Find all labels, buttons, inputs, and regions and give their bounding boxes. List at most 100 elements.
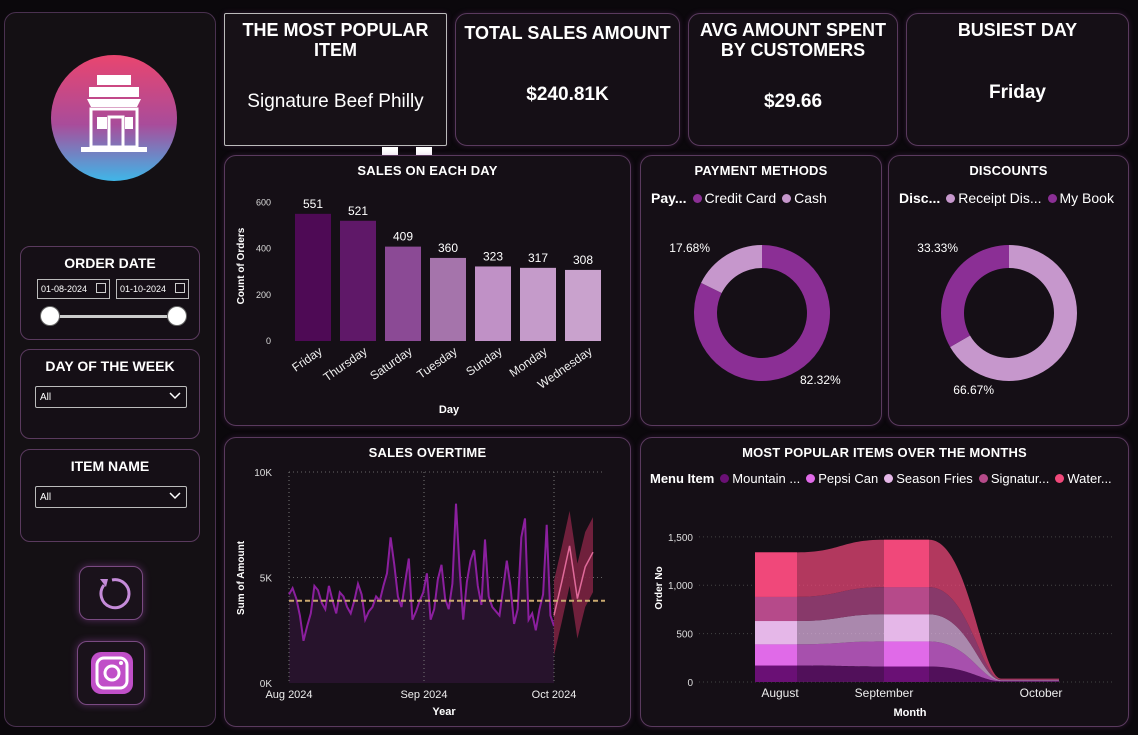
x-tick-label: Friday — [289, 344, 324, 375]
data-label: 409 — [393, 230, 413, 244]
bar — [475, 266, 511, 341]
item-name-title: ITEM NAME — [70, 458, 150, 474]
y-tick-label: 0 — [266, 336, 271, 346]
bar — [430, 257, 466, 341]
donut-slice — [701, 245, 762, 294]
data-label: 551 — [303, 197, 323, 211]
payment-methods-card: PAYMENT METHODS Pay... Credit Card Cash 82… — [640, 155, 882, 426]
busiest-day-value: Friday — [988, 82, 1047, 103]
y-axis-label: Order No — [654, 566, 665, 609]
x-tick-label: September — [855, 686, 914, 700]
y-axis-label: Count of Orders — [236, 227, 247, 304]
order-date-slicer: ORDER DATE 01-08-2024 01-10-2024 — [20, 246, 200, 340]
donut-slice — [941, 245, 1009, 347]
date-slider-track[interactable] — [49, 315, 177, 318]
day-of-week-dropdown[interactable]: All — [35, 386, 187, 408]
end-date-input[interactable]: 01-10-2024 — [116, 279, 189, 299]
bar — [565, 269, 601, 341]
y-tick-label: 0 — [687, 678, 693, 689]
sales-each-day-chart: 0 200 400 600 551 Friday 521 Thursday 409 Saturda… — [236, 197, 601, 416]
most-popular-item-card: THE MOST POPULAR ITEM Signature Beef Phi… — [224, 13, 447, 146]
ribbon-block — [755, 621, 797, 645]
instagram-icon — [91, 652, 133, 694]
total-sales-card: TOTAL SALES AMOUNT $240.81K — [455, 13, 680, 146]
x-axis-label: Year — [432, 706, 456, 718]
total-sales-title: TOTAL SALES AMOUNT — [464, 23, 671, 43]
bar — [385, 246, 421, 341]
x-tick-label: Oct 2024 — [532, 689, 577, 701]
instagram-button[interactable] — [77, 641, 145, 705]
y-tick-label: 400 — [256, 244, 271, 254]
x-tick-label: Tuesday — [414, 344, 459, 382]
ribbon-block — [884, 666, 929, 682]
day-of-week-slicer: DAY OF THE WEEK All — [20, 349, 200, 439]
sales-overtime-chart: 0K5K10KAug 2024 Sep 2024 Oct 2024YearSum o… — [236, 468, 605, 718]
focus-mode-icon[interactable] — [382, 147, 432, 155]
x-tick-label: Sep 2024 — [400, 689, 447, 701]
popular-items-months-card: MOST POPULAR ITEMS OVER THE MONTHS Menu … — [640, 437, 1129, 727]
refresh-icon — [99, 578, 131, 610]
ribbon-block — [755, 552, 797, 597]
x-tick-label: Aug 2024 — [265, 689, 312, 701]
ribbon-block — [884, 614, 929, 642]
sales-each-day-card: SALES ON EACH DAY 0 200 400 600 551 Friday 521… — [224, 155, 631, 426]
discounts-card: DISCOUNTS Disc... Receipt Dis... My Book 6… — [888, 155, 1129, 426]
data-label: 317 — [528, 251, 548, 265]
store-logo — [51, 55, 177, 181]
sidebar: ORDER DATE 01-08-2024 01-10-2024 DAY OF … — [4, 12, 216, 727]
ribbon-block — [884, 641, 929, 667]
order-date-title: ORDER DATE — [64, 255, 156, 271]
x-axis-label: Day — [439, 404, 460, 416]
bar — [295, 213, 331, 341]
avg-spent-value: $29.66 — [763, 91, 823, 112]
chevron-down-icon[interactable] — [168, 389, 182, 403]
x-tick-label: Saturday — [367, 344, 414, 383]
y-axis-label: Sum of Amount — [236, 540, 247, 615]
day-of-week-title: DAY OF THE WEEK — [45, 358, 175, 374]
bar — [340, 220, 376, 341]
y-tick-label: 500 — [676, 630, 693, 641]
item-name-dropdown[interactable]: All — [35, 486, 187, 508]
data-label: 360 — [438, 241, 458, 255]
forecast-band — [554, 510, 593, 656]
x-tick-label: August — [761, 686, 799, 700]
sales-overtime-card: SALES OVERTIME 0K 5K 10K Aug 2024 Sep 2024 Oc… — [224, 437, 631, 727]
x-axis-label: Month — [894, 707, 927, 719]
chevron-down-icon[interactable] — [168, 489, 182, 503]
start-date-input[interactable]: 01-08-2024 — [37, 279, 110, 299]
total-sales-value: $240.81K — [526, 84, 609, 105]
ribbon-block — [884, 587, 929, 615]
avg-spent-title: AVG AMOUNT SPENT BY CUSTOMERS — [699, 20, 886, 60]
avg-spent-card: AVG AMOUNT SPENT BY CUSTOMERS $29.66 — [688, 13, 898, 146]
payment-donut-chart: 82.32% 17.68% — [669, 241, 841, 387]
popular-items-area-chart: 0 500 1,000 1,500 August September October Mont… — [654, 533, 1113, 719]
x-tick-label: October — [1020, 686, 1063, 700]
ribbon-block — [755, 644, 797, 666]
reset-button[interactable] — [79, 566, 143, 620]
slice-label: 17.68% — [669, 241, 710, 255]
date-slider-end-handle[interactable] — [167, 306, 187, 326]
data-label: 323 — [483, 249, 503, 263]
calendar-icon[interactable] — [96, 283, 106, 293]
y-tick-label: 600 — [256, 198, 271, 208]
end-date-value: 01-10-2024 — [120, 284, 167, 294]
ribbon-block — [884, 539, 929, 588]
item-name-slicer: ITEM NAME All — [20, 449, 200, 542]
store-icon — [81, 75, 147, 152]
y-tick-label: 1,000 — [668, 581, 693, 592]
discounts-donut-chart: 66.67% 33.33% — [917, 241, 1077, 397]
slice-label: 82.32% — [800, 373, 841, 387]
bar — [520, 267, 556, 341]
data-label: 308 — [573, 253, 593, 267]
calendar-icon[interactable] — [175, 283, 185, 293]
busiest-day-title: BUSIEST DAY — [957, 20, 1078, 40]
date-slider-start-handle[interactable] — [40, 306, 60, 326]
y-tick-label: 5K — [260, 574, 273, 585]
most-popular-item-title: THE MOST POPULAR ITEM — [242, 20, 429, 60]
slice-label: 66.67% — [953, 383, 994, 397]
y-tick-label: 10K — [254, 468, 272, 479]
start-date-value: 01-08-2024 — [41, 284, 88, 294]
y-tick-label: 1,500 — [668, 533, 693, 544]
x-tick-label: Sunday — [463, 344, 504, 379]
most-popular-item-value: Signature Beef Philly — [247, 91, 424, 112]
